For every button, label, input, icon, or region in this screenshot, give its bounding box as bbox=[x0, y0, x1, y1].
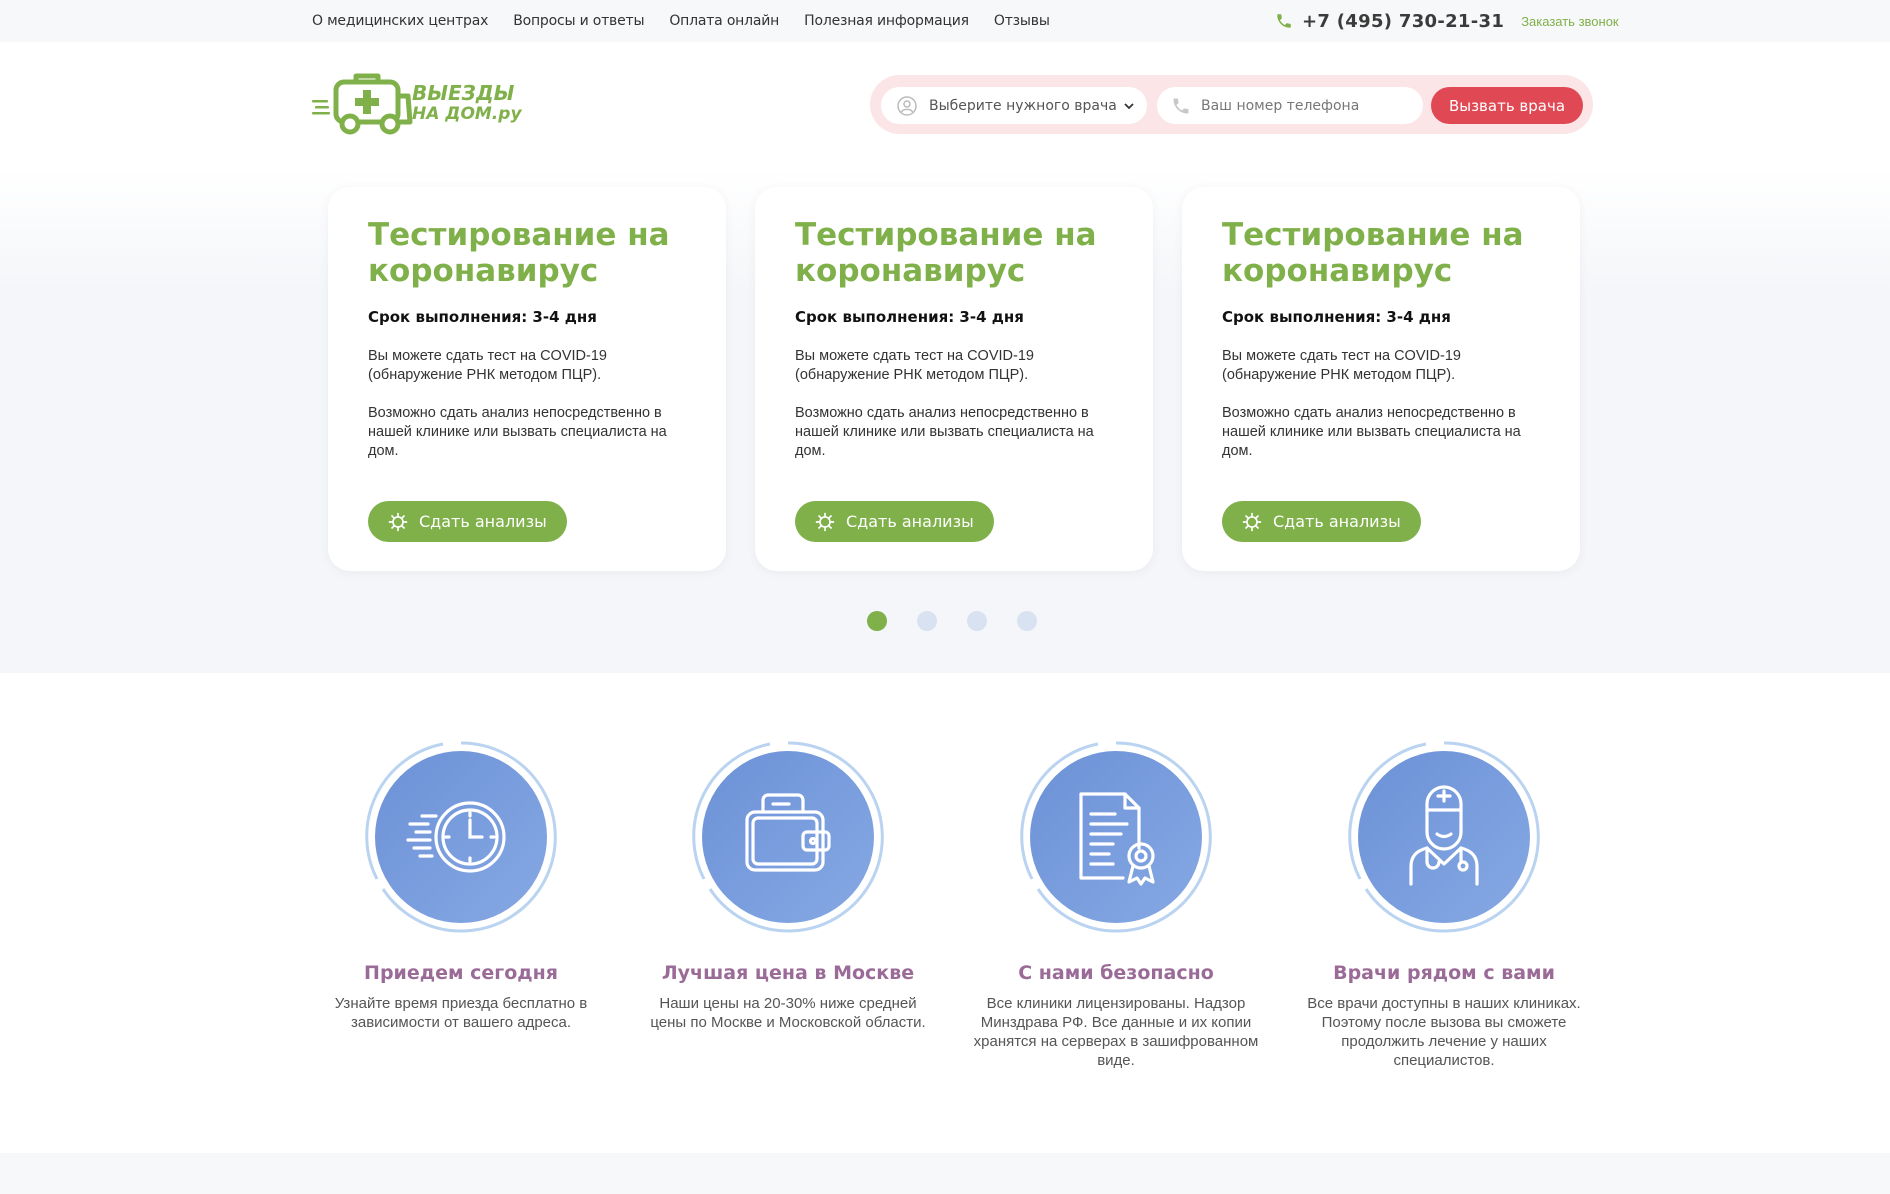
slider-pagination bbox=[867, 611, 1037, 631]
promo-card: Тестирование на коронавирус Срок выполне… bbox=[1182, 187, 1580, 571]
card-title: Тестирование на коронавирус bbox=[1222, 217, 1524, 289]
virus-icon bbox=[815, 512, 835, 531]
phone-input-wrapper bbox=[1157, 87, 1423, 124]
wallet-icon bbox=[745, 793, 831, 872]
nav-link-medical-centers[interactable]: О медицинских центрах bbox=[312, 13, 488, 29]
take-tests-button[interactable]: Сдать анализы bbox=[795, 501, 994, 542]
user-icon bbox=[897, 95, 917, 116]
nav-link-online-payment[interactable]: Оплата онлайн bbox=[669, 13, 779, 29]
take-tests-label: Сдать анализы bbox=[846, 512, 974, 531]
nav-link-reviews[interactable]: Отзывы bbox=[994, 13, 1050, 29]
feature-text: Наши цены на 20-30% ниже средней цены по… bbox=[650, 995, 926, 1031]
top-navigation: О медицинских центрах Вопросы и ответы О… bbox=[312, 0, 1050, 42]
take-tests-button[interactable]: Сдать анализы bbox=[1222, 501, 1421, 542]
card-term: Срок выполнения: 3-4 дня bbox=[1222, 308, 1451, 326]
chevron-down-icon bbox=[1124, 103, 1134, 110]
promo-slider: Тестирование на коронавирус Срок выполне… bbox=[0, 168, 1890, 673]
call-doctor-button[interactable]: Вызвать врача bbox=[1431, 87, 1583, 124]
feature-best-price: Лучшая цена в Москве Наши цены на 20-30%… bbox=[638, 739, 938, 1032]
feature-icon-badge bbox=[363, 739, 559, 935]
card-text: Вы можете сдать тест на COVID-19 (обнару… bbox=[1222, 348, 1461, 383]
logo-text: ВЫЕЗДЫ НА ДОМ.ру bbox=[412, 82, 522, 124]
phone-icon bbox=[1173, 98, 1189, 113]
features-section: Приедем сегодня Узнайте время приезда бе… bbox=[0, 673, 1890, 1153]
doctor-select[interactable]: Выберите нужного врача bbox=[881, 87, 1147, 124]
take-tests-label: Сдать анализы bbox=[1273, 512, 1401, 531]
slider-dot-1[interactable] bbox=[867, 611, 887, 631]
logo-line-1: ВЫЕЗДЫ bbox=[412, 81, 515, 105]
feature-icon-badge bbox=[690, 739, 886, 935]
feature-text: Все врачи доступны в наших клиниках. Поэ… bbox=[1307, 995, 1581, 1069]
footer-strip bbox=[0, 1153, 1890, 1194]
feature-title: С нами безопасно bbox=[1018, 962, 1214, 984]
fast-clock-icon bbox=[406, 801, 506, 873]
card-text: Вы можете сдать тест на COVID-19 (обнару… bbox=[368, 348, 607, 383]
phone-number[interactable]: +7 (495) 730-21-31 bbox=[1302, 11, 1504, 32]
callback-link[interactable]: Заказать звонок bbox=[1521, 14, 1618, 29]
card-term: Срок выполнения: 3-4 дня bbox=[368, 308, 597, 326]
feature-safety: С нами безопасно Все клиники лицензирова… bbox=[966, 739, 1266, 1070]
promo-card: Тестирование на коронавирус Срок выполне… bbox=[328, 187, 726, 571]
doctor-select-value: Выберите нужного врача bbox=[929, 97, 1117, 114]
feature-icon-badge bbox=[1018, 739, 1214, 935]
card-title: Тестирование на коронавирус bbox=[795, 217, 1097, 289]
phone-icon bbox=[1277, 14, 1291, 28]
slider-dot-2[interactable] bbox=[917, 611, 937, 631]
contact-block: +7 (495) 730-21-31 Заказать звонок bbox=[1275, 0, 1619, 42]
card-title: Тестирование на коронавирус bbox=[368, 217, 670, 289]
feature-icon-badge bbox=[1346, 739, 1542, 935]
certificate-icon bbox=[1079, 792, 1155, 886]
card-text: Вы можете сдать тест на COVID-19 (обнару… bbox=[795, 348, 1034, 383]
virus-icon bbox=[388, 512, 408, 531]
feature-text: Все клиники лицензированы. Надзор Минздр… bbox=[973, 995, 1259, 1069]
slider-dot-3[interactable] bbox=[967, 611, 987, 631]
feature-fast-arrival: Приедем сегодня Узнайте время приезда бе… bbox=[311, 739, 611, 1032]
logo-line-2: НА ДОМ.ру bbox=[412, 104, 522, 124]
slider-dot-4[interactable] bbox=[1017, 611, 1037, 631]
top-bar: О медицинских центрах Вопросы и ответы О… bbox=[0, 0, 1890, 42]
card-text: Возможно сдать анализ непосредственно в … bbox=[368, 405, 667, 459]
promo-card: Тестирование на коронавирус Срок выполне… bbox=[755, 187, 1153, 571]
take-tests-label: Сдать анализы bbox=[419, 512, 547, 531]
feature-title: Врачи рядом с вами bbox=[1333, 962, 1555, 984]
phone-input[interactable] bbox=[1201, 97, 1401, 114]
call-doctor-form: Выберите нужного врача Вызвать врача bbox=[870, 75, 1593, 134]
feature-doctors-nearby: Врачи рядом с вами Все врачи доступны в … bbox=[1294, 739, 1594, 1070]
feature-title: Лучшая цена в Москве bbox=[661, 962, 915, 984]
virus-icon bbox=[1242, 512, 1262, 531]
feature-title: Приедем сегодня bbox=[364, 962, 558, 984]
doctor-icon bbox=[1409, 785, 1479, 886]
card-text: Возможно сдать анализ непосредственно в … bbox=[1222, 405, 1521, 459]
site-logo[interactable]: ВЫЕЗДЫ НА ДОМ.ру bbox=[312, 70, 522, 135]
nav-link-useful-info[interactable]: Полезная информация bbox=[804, 13, 969, 29]
nav-link-faq[interactable]: Вопросы и ответы bbox=[513, 13, 644, 29]
feature-text: Узнайте время приезда бесплатно в зависи… bbox=[334, 995, 588, 1031]
card-text: Возможно сдать анализ непосредственно в … bbox=[795, 405, 1094, 459]
card-term: Срок выполнения: 3-4 дня bbox=[795, 308, 1024, 326]
take-tests-button[interactable]: Сдать анализы bbox=[368, 501, 567, 542]
